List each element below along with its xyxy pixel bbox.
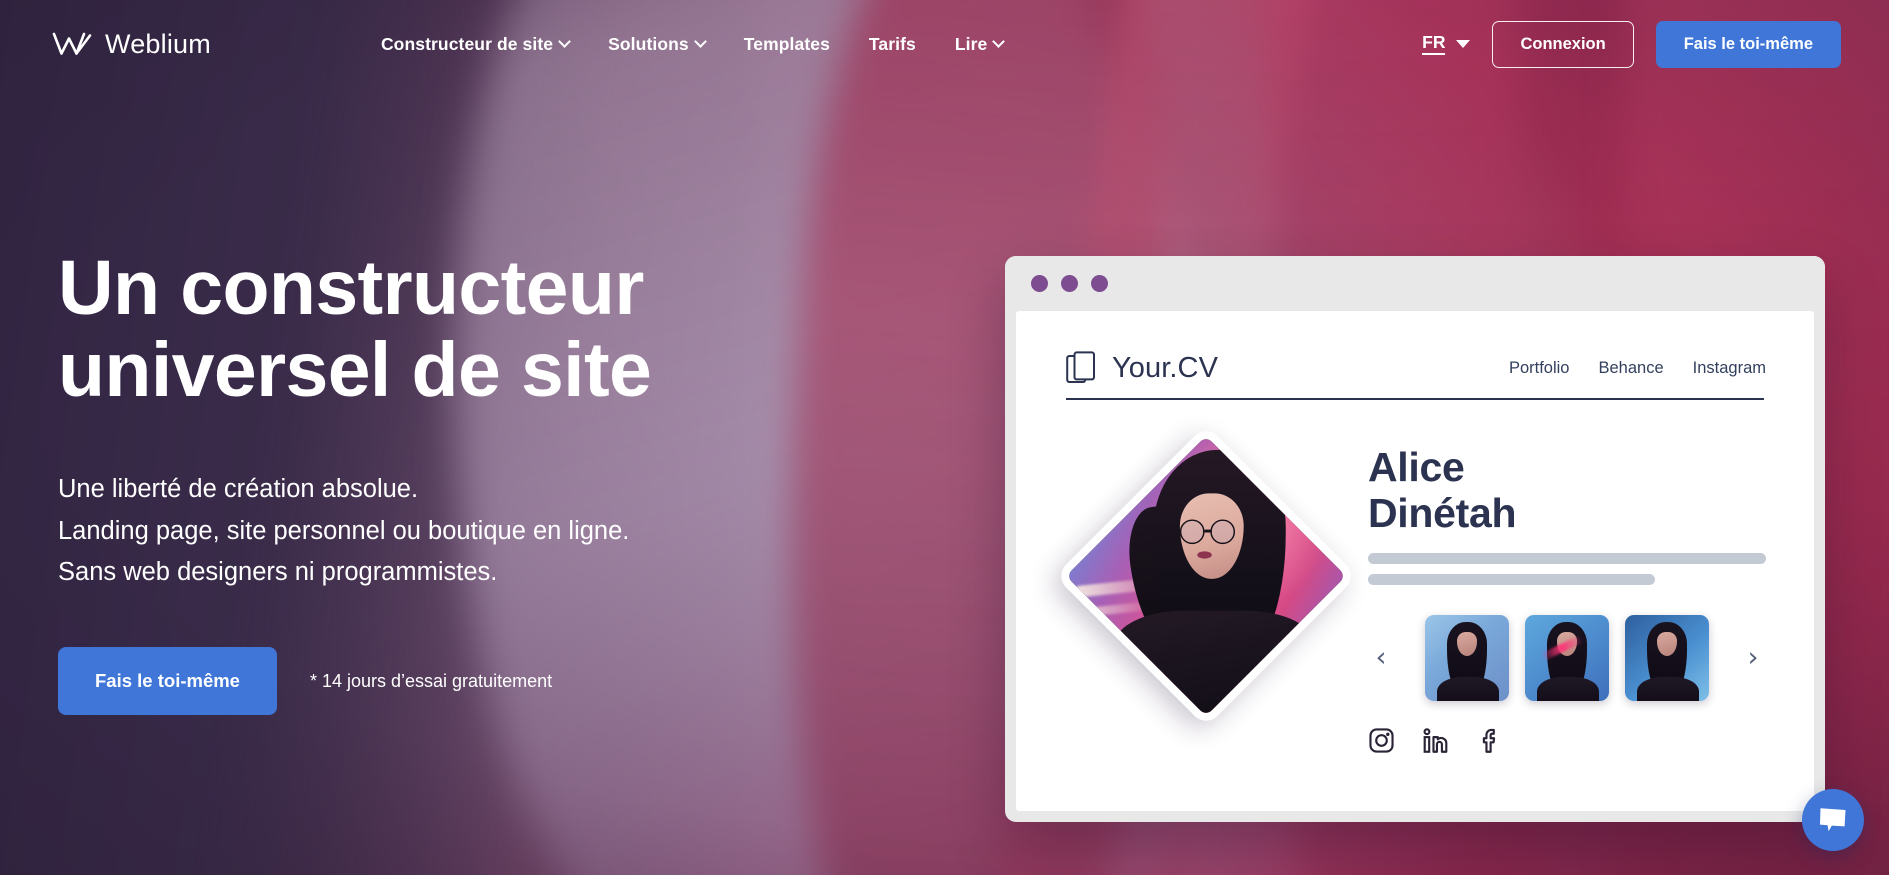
cv-details-column: Alice Dinétah ‹ › — [1368, 444, 1766, 754]
hero-subtitle-line-1: Une liberté de création absolue. — [58, 475, 419, 504]
chevron-down-icon — [693, 34, 707, 48]
thumb-body — [1636, 676, 1699, 701]
login-button[interactable]: Connexion — [1492, 20, 1634, 68]
mockup-page: Your.CV Portfolio Behance Instagram Alic… — [1016, 311, 1814, 811]
brand-name: Weblium — [105, 28, 211, 59]
nav-item-solutions[interactable]: Solutions — [608, 33, 707, 55]
chat-bubble-icon — [1820, 808, 1846, 832]
chat-widget-button[interactable] — [1802, 789, 1864, 851]
hero-title-line-2: universel de site — [58, 326, 652, 413]
cv-text-placeholder-1 — [1368, 552, 1766, 564]
hero-subtitle-line-3: Sans web designers ni programmistes. — [58, 557, 498, 586]
cv-text-placeholder-2 — [1368, 573, 1655, 585]
site-header: Weblium Constructeur de site Solutions T… — [0, 0, 1889, 88]
portrait-glasses-right — [1210, 519, 1235, 545]
brand-logo[interactable]: Weblium — [52, 29, 211, 60]
document-stack-icon — [1066, 351, 1095, 383]
linkedin-icon[interactable] — [1422, 727, 1449, 754]
nav-item-templates[interactable]: Templates — [744, 34, 830, 55]
header-actions: FR Connexion Fais le toi-même — [1422, 20, 1841, 68]
thumb-body — [1536, 676, 1599, 701]
hero-title-line-1: Un constructeur — [58, 245, 644, 331]
cv-nav-instagram[interactable]: Instagram — [1693, 359, 1766, 378]
cv-logo-text: Your.CV — [1112, 351, 1219, 384]
nav-item-label: Solutions — [608, 33, 689, 54]
nav-item-label: Tarifs — [868, 33, 916, 54]
hero-title: Un constructeur universel de site — [58, 245, 778, 413]
cv-nav-behance[interactable]: Behance — [1598, 359, 1663, 378]
cv-site-header: Your.CV Portfolio Behance Instagram — [1016, 311, 1814, 385]
cv-body: Alice Dinétah ‹ › — [1016, 400, 1814, 811]
header-cta-button[interactable]: Fais le toi-même — [1655, 20, 1841, 68]
chevron-down-icon — [992, 34, 1006, 48]
portrait-image — [1062, 432, 1350, 728]
nav-item-label: Templates — [743, 33, 830, 54]
cv-social-links — [1368, 727, 1766, 754]
nav-item-label: Lire — [954, 33, 988, 54]
main-navigation: Constructeur de site Solutions Templates… — [380, 33, 1006, 55]
browser-mockup: Your.CV Portfolio Behance Instagram Alic… — [1005, 256, 1825, 822]
cv-person-name: Alice Dinétah — [1368, 444, 1766, 537]
cv-logo[interactable]: Your.CV — [1066, 351, 1218, 385]
window-dot-close — [1031, 275, 1048, 292]
chevron-left-icon[interactable]: ‹ — [1368, 644, 1394, 671]
chevron-down-icon — [558, 34, 571, 48]
portrait-jacket — [1114, 610, 1316, 728]
hero-cta-row: Fais le toi-même * 14 jours d’essai grat… — [58, 647, 778, 716]
nav-item-tarifs[interactable]: Tarifs — [869, 34, 916, 55]
browser-titlebar — [1005, 256, 1825, 311]
facebook-icon[interactable] — [1476, 727, 1503, 754]
hero-subtitle-line-2: Landing page, site personnel ou boutique… — [58, 516, 630, 545]
cv-person-firstname: Alice — [1368, 444, 1465, 490]
hero-subtitle: Une liberté de création absolue. Landing… — [58, 469, 778, 593]
chevron-right-icon[interactable]: › — [1740, 644, 1766, 671]
cv-gallery: ‹ › — [1368, 614, 1766, 701]
hero-cta-button[interactable]: Fais le toi-même — [58, 647, 277, 716]
instagram-icon[interactable] — [1368, 727, 1395, 754]
caret-down-icon — [1456, 40, 1471, 48]
nav-item-constructeur[interactable]: Constructeur de site — [380, 33, 571, 55]
nav-item-lire[interactable]: Lire — [954, 33, 1006, 55]
window-dot-minimize — [1061, 275, 1078, 292]
gallery-thumbnail[interactable] — [1525, 614, 1609, 701]
language-switcher[interactable]: FR — [1422, 33, 1471, 55]
language-code: FR — [1422, 33, 1446, 55]
portrait-frame — [1054, 424, 1358, 728]
gallery-thumbnails — [1394, 614, 1740, 701]
gallery-thumbnail[interactable] — [1625, 614, 1709, 701]
trial-note: * 14 jours d’essai gratuitement — [309, 670, 553, 691]
cv-portrait-diamond — [1054, 424, 1358, 728]
gallery-thumbnail[interactable] — [1425, 614, 1509, 701]
cv-navigation: Portfolio Behance Instagram — [1509, 359, 1766, 378]
window-dot-maximize — [1091, 275, 1108, 292]
thumb-body — [1436, 676, 1499, 701]
weblium-crown-logo-icon — [52, 32, 92, 55]
hero-content: Un constructeur universel de site Une li… — [58, 245, 778, 716]
cv-person-lastname: Dinétah — [1368, 490, 1517, 537]
nav-item-label: Constructeur de site — [380, 33, 554, 54]
cv-nav-portfolio[interactable]: Portfolio — [1509, 359, 1570, 378]
portrait-glasses-bridge — [1204, 529, 1212, 532]
